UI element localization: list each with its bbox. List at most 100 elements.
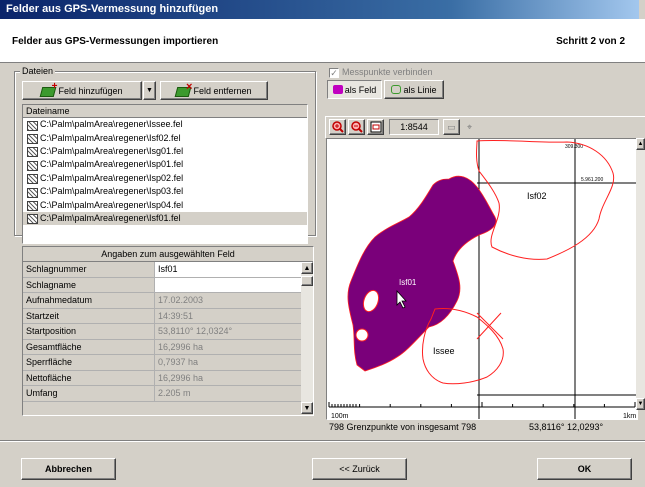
as-line-button[interactable]: als Linie [384, 80, 444, 99]
ok-button[interactable]: OK [537, 458, 632, 480]
field-label-isf01: Isf01 [399, 278, 417, 287]
grid-label-top: 309.300 [565, 144, 583, 150]
map-view[interactable]: 309.300 5.961.200 Isf02 Isf01 Issee 100m… [326, 138, 638, 420]
detail-label: Schlagname [23, 277, 155, 292]
add-field-button[interactable]: Feld hinzufügen [22, 81, 142, 100]
file-list[interactable]: Dateiname C:\Palm\palmArea\regener\Issee… [22, 104, 308, 244]
detail-value[interactable] [155, 277, 313, 292]
as-line-label: als Linie [403, 84, 437, 95]
detail-value: 16,2996 ha [155, 339, 313, 354]
zoom-in-button[interactable] [329, 119, 346, 135]
remove-field-button[interactable]: Feld entfernen [160, 81, 268, 100]
file-list-header[interactable]: Dateiname [23, 105, 307, 118]
map-scroll-up[interactable]: ▲ [636, 138, 645, 150]
detail-value: 0,7937 ha [155, 355, 313, 370]
detail-value: 17.02.2003 [155, 293, 313, 308]
file-name: C:\Palm\palmArea\regener\Isg01.fel [40, 145, 184, 156]
checkbox-icon: ✓ [329, 68, 339, 78]
zoom-extent-icon [370, 121, 381, 133]
file-name: C:\Palm\palmArea\regener\Issee.fel [40, 119, 183, 130]
file-list-item[interactable]: C:\Palm\palmArea\regener\Isg01.fel [23, 145, 307, 158]
file-list-item[interactable]: C:\Palm\palmArea\regener\Isf01.fel [23, 211, 307, 226]
scale-field[interactable]: 1:8544 [389, 119, 439, 135]
detail-label: Startzeit [23, 308, 155, 323]
files-group-label: Dateien [20, 66, 56, 76]
zoom-out-button[interactable] [348, 119, 365, 135]
detail-row: Aufnahmedatum 17.02.2003 [23, 293, 313, 309]
map-scrollbar[interactable]: ▲ ▼ [636, 138, 645, 410]
coords-status: 53,8116° 12,0293° [529, 422, 604, 432]
scroll-down-button[interactable]: ▼ [301, 402, 313, 414]
field-details-panel: Angaben zum ausgewählten Feld Schlagnumm… [22, 246, 314, 416]
file-icon [26, 160, 38, 171]
scale-label-1km: 1km [623, 413, 636, 420]
titlebar-edge [639, 0, 645, 19]
zoom-extent-button[interactable] [367, 119, 384, 135]
zoom-out-icon [350, 121, 363, 133]
file-icon [26, 146, 38, 158]
file-icon [26, 187, 38, 198]
file-list-item[interactable]: C:\Palm\palmArea\regener\Isp01.fel [23, 158, 307, 171]
back-button[interactable]: << Zurück [312, 458, 407, 480]
field-details-rows: Schlagnummer Isf01 Schlagname Aufnahmedatum… [23, 262, 313, 402]
ruler-icon: ▭ [447, 121, 456, 132]
details-scrollbar[interactable]: ▲ ▼ [301, 262, 313, 414]
file-name: C:\Palm\palmArea\regener\Isf02.fel [40, 132, 181, 143]
cancel-button[interactable]: Abbrechen [21, 458, 116, 480]
window-title: Felder aus GPS-Vermessung hinzufügen [6, 3, 219, 15]
detail-value: 16,2996 ha [155, 370, 313, 385]
field-shape-icon [332, 85, 343, 94]
blocked-area-2 [355, 328, 369, 342]
scale-value: 1:8544 [400, 122, 428, 132]
scroll-up-button[interactable]: ▲ [301, 262, 313, 274]
file-icon [26, 173, 38, 185]
as-field-label: als Feld [344, 84, 377, 95]
remove-field-label: Feld entfernen [193, 85, 252, 96]
crosshair-icon: ⌖ [466, 121, 473, 132]
window-titlebar: Felder aus GPS-Vermessung hinzufügen [0, 0, 645, 19]
arrow-up-icon: ▲ [303, 264, 311, 272]
add-field-dropdown[interactable]: ▼ [143, 81, 156, 100]
add-field-label: Feld hinzufügen [58, 85, 123, 96]
file-list-item[interactable]: C:\Palm\palmArea\regener\Issee.fel [23, 118, 307, 131]
cancel-label: Abbrechen [44, 464, 92, 474]
detail-row: Startposition 53,8110° 12,0324° [23, 324, 313, 340]
scroll-thumb[interactable] [301, 276, 313, 286]
file-icon [26, 213, 38, 225]
detail-row: Sperrfläche 0,7937 ha [23, 355, 313, 371]
file-icon [26, 200, 38, 212]
detail-label: Gesamtfläche [23, 339, 155, 354]
field-details-header: Angaben zum ausgewählten Feld [23, 247, 313, 262]
file-list-item[interactable]: C:\Palm\palmArea\regener\Isf02.fel [23, 131, 307, 145]
file-icon [26, 120, 38, 131]
detail-value[interactable]: Isf01 [155, 262, 313, 277]
lake-marker-x [476, 312, 504, 340]
detail-row: Umfang 2.205 m [23, 386, 313, 402]
detail-label: Aufnahmedatum [23, 293, 155, 308]
arrow-down-icon: ▼ [637, 401, 644, 407]
zoom-in-icon [331, 121, 344, 133]
pan-button[interactable]: ⌖ [461, 119, 478, 135]
add-field-icon [41, 81, 58, 96]
detail-row: Schlagname [23, 277, 313, 293]
file-items: C:\Palm\palmArea\regener\Issee.fel C:\Pal… [23, 118, 307, 226]
grid-label-right: 5.961.200 [581, 177, 603, 183]
map-scroll-down[interactable]: ▼ [636, 398, 645, 410]
detail-value: 2.205 m [155, 386, 313, 401]
connect-points-checkbox[interactable]: ✓ Messpunkte verbinden [329, 67, 433, 78]
file-name: C:\Palm\palmArea\regener\Isp04.fel [40, 199, 184, 210]
field-label-isf02: Isf02 [527, 191, 547, 201]
as-field-button[interactable]: als Feld [327, 80, 382, 99]
measure-button[interactable]: ▭ [443, 119, 460, 135]
detail-row: Startzeit 14:39:51 [23, 308, 313, 324]
arrow-down-icon: ▼ [303, 404, 311, 412]
file-list-item[interactable]: C:\Palm\palmArea\regener\Isp02.fel [23, 172, 307, 185]
detail-label: Startposition [23, 324, 155, 339]
detail-label: Nettofläche [23, 370, 155, 385]
wizard-header: Felder aus GPS-Vermessungen importieren … [0, 19, 645, 63]
file-icon [26, 133, 38, 145]
file-list-item[interactable]: C:\Palm\palmArea\regener\Isp04.fel [23, 198, 307, 212]
file-name: C:\Palm\palmArea\regener\Isp03.fel [40, 186, 184, 197]
arrow-up-icon: ▲ [637, 141, 644, 147]
file-list-item[interactable]: C:\Palm\palmArea\regener\Isp03.fel [23, 185, 307, 198]
